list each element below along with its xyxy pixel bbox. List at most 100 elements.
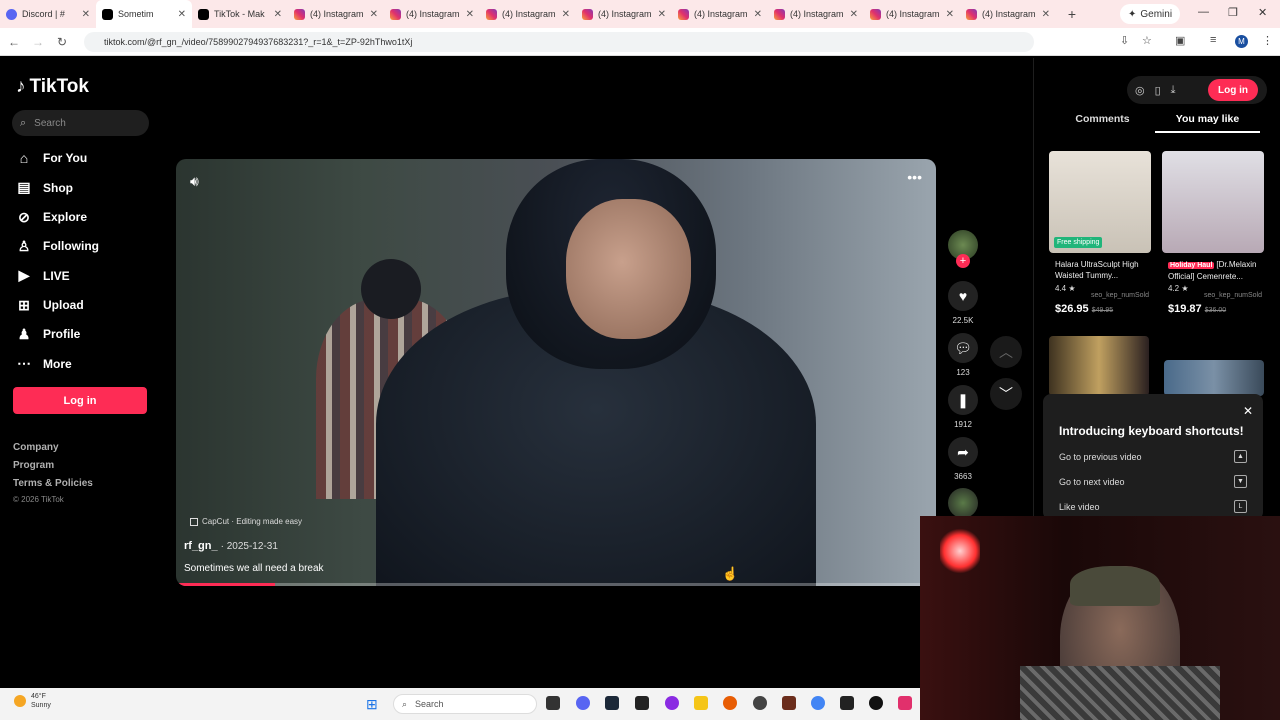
install-icon[interactable]: ⇩ bbox=[1120, 34, 1129, 47]
music-disc[interactable] bbox=[948, 488, 978, 518]
video-scene-face bbox=[566, 199, 691, 339]
taskbar-search[interactable]: ⌕ Search bbox=[393, 694, 537, 714]
windows-start-icon[interactable]: ⊞ bbox=[366, 696, 378, 713]
like-button[interactable]: ♥ bbox=[948, 281, 978, 311]
video-more-icon[interactable]: ••• bbox=[907, 169, 922, 185]
app-icon[interactable] bbox=[898, 696, 912, 710]
chatgpt-icon[interactable] bbox=[869, 696, 883, 710]
share-button[interactable]: ➦ bbox=[948, 437, 978, 467]
weather-widget[interactable]: 46°F Sunny bbox=[14, 692, 51, 710]
reload-icon[interactable]: ↻ bbox=[50, 35, 74, 49]
sidebar-item-profile[interactable]: ♟ Profile bbox=[16, 326, 81, 343]
close-tab-icon[interactable]: ✕ bbox=[274, 9, 282, 20]
close-tab-icon[interactable]: ✕ bbox=[370, 9, 378, 20]
share-count: 3663 bbox=[954, 472, 972, 481]
video-thumbnail[interactable] bbox=[1049, 336, 1149, 396]
webcam-overlay bbox=[920, 516, 1280, 720]
app-icon[interactable] bbox=[723, 696, 737, 710]
browser-tab[interactable]: (4) Instagram ✕ bbox=[480, 0, 576, 28]
url-field[interactable]: tiktok.com/@rf_gn_/video/758990279493768… bbox=[84, 32, 1034, 52]
forward-icon[interactable]: → bbox=[26, 35, 50, 49]
save-button[interactable]: ❚ bbox=[948, 385, 978, 415]
back-icon[interactable]: ← bbox=[2, 35, 26, 49]
comment-button[interactable]: 💬︎ bbox=[948, 333, 978, 363]
footer-link-terms[interactable]: Terms & Policies bbox=[13, 478, 93, 489]
sidebar-item-for-you[interactable]: ⌂ For You bbox=[16, 150, 87, 166]
app-icon[interactable] bbox=[665, 696, 679, 710]
header-login-button[interactable]: Log in bbox=[1208, 79, 1258, 101]
neon-light bbox=[940, 526, 980, 576]
browser-tab[interactable]: (4) Instagram ✕ bbox=[384, 0, 480, 28]
close-tab-icon[interactable]: ✕ bbox=[850, 9, 858, 20]
previous-video-button[interactable]: ︿ bbox=[990, 336, 1022, 368]
task-view-icon[interactable] bbox=[546, 696, 560, 710]
browser-tab[interactable]: (4) Instagram ✕ bbox=[960, 0, 1056, 28]
tab-comments[interactable]: Comments bbox=[1050, 113, 1155, 133]
sidebar-item-upload[interactable]: ⊞ Upload bbox=[16, 297, 84, 314]
extensions-icon[interactable]: ▣ bbox=[1175, 34, 1185, 47]
coin-icon[interactable]: ◎ bbox=[1135, 84, 1145, 97]
discord-icon[interactable] bbox=[576, 696, 590, 710]
sidebar-item-following[interactable]: ♙ Following bbox=[16, 238, 99, 255]
follow-plus-icon[interactable]: + bbox=[956, 254, 970, 268]
close-tab-icon[interactable]: ✕ bbox=[466, 9, 474, 20]
browser-tab[interactable]: TikTok - Mak ✕ bbox=[192, 0, 288, 28]
tab-you-may-like[interactable]: You may like bbox=[1155, 113, 1260, 133]
instagram-favicon-icon bbox=[294, 8, 305, 20]
volume-icon[interactable]: 🔊︎ bbox=[190, 173, 199, 190]
close-tab-icon[interactable]: ✕ bbox=[946, 9, 954, 20]
close-icon[interactable]: ✕ bbox=[1243, 404, 1253, 418]
chrome-icon[interactable] bbox=[811, 696, 825, 710]
video-thumbnail[interactable] bbox=[1164, 360, 1264, 396]
bookmark-star-icon[interactable]: ☆ bbox=[1142, 34, 1152, 47]
close-tab-icon[interactable]: ✕ bbox=[1042, 9, 1050, 20]
obs-icon[interactable] bbox=[753, 696, 767, 710]
search-input[interactable]: ⌕ Search bbox=[12, 110, 149, 136]
close-tab-icon[interactable]: ✕ bbox=[562, 9, 570, 20]
maximize-icon[interactable]: ❐ bbox=[1228, 6, 1238, 19]
account-avatar[interactable]: M bbox=[1235, 35, 1248, 48]
product-image: Free shipping bbox=[1049, 151, 1151, 253]
browser-tab[interactable]: Sometim ✕ bbox=[96, 0, 192, 28]
browser-tab[interactable]: (4) Instagram ✕ bbox=[768, 0, 864, 28]
browser-tab[interactable]: (4) Instagram ✕ bbox=[864, 0, 960, 28]
app-icon[interactable] bbox=[782, 696, 796, 710]
close-window-icon[interactable]: ✕ bbox=[1258, 6, 1267, 19]
media-icon[interactable]: ≡ bbox=[1210, 34, 1216, 46]
steam-icon[interactable] bbox=[605, 696, 619, 710]
browser-tab[interactable]: Discord | # ✕ bbox=[0, 0, 96, 28]
phone-icon[interactable]: ▯ bbox=[1155, 84, 1161, 97]
file-explorer-icon[interactable] bbox=[694, 696, 708, 710]
footer-link-company[interactable]: Company bbox=[13, 442, 59, 453]
new-tab-icon[interactable]: + bbox=[1062, 6, 1082, 22]
footer-link-program[interactable]: Program bbox=[13, 460, 54, 471]
minimize-icon[interactable]: — bbox=[1198, 6, 1209, 18]
browser-tab[interactable]: (4) Instagram ✕ bbox=[672, 0, 768, 28]
sidebar-item-live[interactable]: ▶ LIVE bbox=[16, 267, 70, 284]
close-tab-icon[interactable]: ✕ bbox=[658, 9, 666, 20]
capcut-label[interactable]: CapCut · Editing made easy bbox=[190, 517, 302, 526]
app-icon[interactable] bbox=[635, 696, 649, 710]
sidebar-item-more[interactable]: ⋯ More bbox=[16, 355, 72, 372]
sidebar-item-explore[interactable]: ⊘ Explore bbox=[16, 209, 87, 226]
product-card[interactable]: Holiday Haul [Dr.Melaxin Official] Cemenr… bbox=[1162, 151, 1264, 315]
download-icon[interactable]: ⤓ bbox=[1171, 84, 1176, 97]
gemini-button[interactable]: ✦ Gemini bbox=[1120, 4, 1181, 24]
sun-icon bbox=[14, 695, 26, 707]
next-video-button[interactable]: ﹀ bbox=[990, 378, 1022, 410]
close-tab-icon[interactable]: ✕ bbox=[178, 9, 186, 20]
browser-tab[interactable]: (4) Instagram ✕ bbox=[288, 0, 384, 28]
app-icon[interactable] bbox=[840, 696, 854, 710]
close-tab-icon[interactable]: ✕ bbox=[82, 9, 90, 20]
product-card[interactable]: Free shipping Halara UltraSculpt High Wa… bbox=[1049, 151, 1151, 315]
product-price: $26.95 $49.95 bbox=[1049, 303, 1151, 315]
sidebar-item-shop[interactable]: ▤ Shop bbox=[16, 179, 73, 196]
login-button[interactable]: Log in bbox=[13, 387, 147, 414]
browser-tab[interactable]: (4) Instagram ✕ bbox=[576, 0, 672, 28]
close-tab-icon[interactable]: ✕ bbox=[754, 9, 762, 20]
video-progress-bar[interactable] bbox=[176, 583, 936, 586]
video-player[interactable]: 🔊︎ ••• CapCut · Editing made easy rf_gn_… bbox=[176, 159, 936, 586]
browser-menu-icon[interactable]: ⋮ bbox=[1262, 34, 1273, 47]
tiktok-logo[interactable]: ♪ TikTok bbox=[16, 76, 89, 98]
video-author[interactable]: rf_gn_ · 2025-12-31 bbox=[184, 540, 278, 552]
